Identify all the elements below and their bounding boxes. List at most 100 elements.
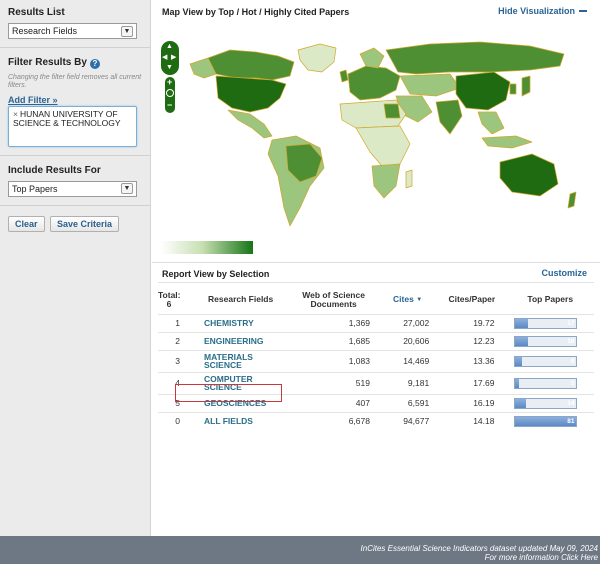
filter-box[interactable]: × HUNAN UNIVERSITY OF SCIENCE & TECHNOLOG… [8, 105, 137, 147]
docs-value: 407 [289, 393, 378, 412]
results-list-select[interactable]: Research Fields ▼ [8, 23, 137, 39]
row-rank: 0 [158, 411, 192, 430]
filter-section: Filter Results By? Changing the filter f… [0, 48, 150, 156]
sort-desc-icon: ▼ [416, 296, 423, 303]
map-region-india [435, 99, 463, 135]
include-label: Include Results For [8, 164, 101, 176]
top-papers-bar[interactable]: 14 [514, 397, 578, 409]
map-region-central-africa [355, 125, 411, 167]
pan-left-icon[interactable]: ◀ [162, 53, 167, 61]
map-region-mexico [227, 109, 273, 139]
cites-value: 94,677 [377, 411, 438, 430]
report-heading: Report View by Selection [162, 269, 270, 279]
clear-button[interactable]: Clear [8, 215, 45, 232]
map-region-korea [509, 83, 517, 95]
globe-icon[interactable] [166, 89, 174, 97]
field-link[interactable]: MATERIALS SCIENCE [192, 349, 290, 372]
docs-value: 1,685 [289, 331, 378, 350]
top-papers-value: 16 [567, 337, 575, 345]
top-papers-cell[interactable]: 8 [506, 349, 594, 372]
top-papers-header[interactable]: Top Papers [506, 286, 594, 314]
world-map-svg[interactable] [160, 26, 590, 246]
cites-per-paper-value: 16.19 [437, 393, 507, 412]
pan-up-icon[interactable]: ▲ [166, 43, 173, 50]
field-link[interactable]: CHEMISTRY [192, 313, 290, 332]
docs-value: 519 [289, 371, 378, 394]
include-value: Top Papers [12, 183, 58, 194]
save-criteria-button[interactable]: Save Criteria [50, 215, 120, 232]
top-papers-bar[interactable]: 5 [514, 377, 578, 389]
chevron-down-icon: ▼ [121, 183, 133, 194]
map-region-madagascar [405, 169, 413, 189]
hide-visualization-label: Hide Visualization [498, 6, 575, 16]
table-row[interactable]: 3 MATERIALS SCIENCE 1,083 14,469 13.36 8 [158, 349, 594, 372]
field-link[interactable]: ALL FIELDS [192, 411, 290, 430]
field-link[interactable]: ENGINEERING [192, 331, 290, 350]
top-papers-bar-fill [515, 378, 520, 388]
total-header: Total: 6 [158, 286, 192, 314]
cites-per-paper-header[interactable]: Cites/Paper [437, 286, 506, 314]
cites-header[interactable]: Cites ▼ [378, 286, 437, 314]
map-region-china [455, 71, 511, 111]
table-row[interactable]: 0 ALL FIELDS 6,678 94,677 14.18 81 [158, 411, 594, 430]
table-row[interactable]: 1 CHEMISTRY 1,369 27,002 19.72 17 [158, 313, 594, 332]
zoom-in-icon[interactable]: + [167, 77, 172, 87]
map-region-canada [207, 49, 295, 81]
map-region-indonesia [481, 135, 533, 149]
table-row[interactable]: 2 ENGINEERING 1,685 20,606 12.23 16 [158, 331, 594, 350]
table-header-row: Total: 6 Research Fields Web of Science … [158, 286, 594, 314]
cites-header-text: Cites [393, 293, 414, 304]
top-papers-bar[interactable]: 81 [514, 415, 578, 427]
map-region-egypt [383, 103, 401, 119]
docs-value: 6,678 [289, 411, 378, 430]
cites-per-paper-value: 12.23 [437, 331, 507, 350]
cites-value: 27,002 [377, 313, 438, 332]
map-region-new-zealand [567, 191, 577, 209]
docs-value: 1,083 [289, 349, 378, 372]
filter-label-text: Filter Results By [8, 57, 87, 68]
customize-link[interactable]: Customize [541, 268, 587, 278]
top-papers-cell[interactable]: 81 [506, 411, 594, 430]
section-divider [152, 262, 600, 263]
pan-down-icon[interactable]: ▼ [166, 64, 173, 71]
minus-icon [579, 10, 587, 12]
include-select[interactable]: Top Papers ▼ [8, 180, 137, 197]
docs-header[interactable]: Web of Science Documents [289, 286, 378, 314]
map-region-uk [339, 69, 349, 83]
highlight-box [175, 384, 282, 402]
top-papers-cell[interactable]: 16 [506, 331, 594, 350]
report-table-body: 1 CHEMISTRY 1,369 27,002 19.72 17 2 ENGINEERING… [158, 313, 594, 430]
map-region-central-asia [399, 73, 461, 97]
top-papers-value: 8 [570, 357, 575, 365]
report-table: Total: 6 Research Fields Web of Science … [158, 286, 594, 430]
criteria-actions: Clear Save Criteria [0, 206, 150, 242]
hide-visualization-link[interactable]: Hide Visualization [498, 6, 587, 16]
footer-info: For more information Click Here [0, 553, 598, 562]
top-papers-bar-fill [515, 336, 528, 346]
map-heading: Map View by Top / Hot / Highly Cited Pap… [162, 7, 350, 17]
top-papers-bar[interactable]: 8 [514, 355, 578, 367]
row-rank: 3 [158, 349, 192, 372]
top-papers-bar-fill [515, 398, 527, 408]
click-here-link[interactable]: Click Here [561, 553, 598, 562]
filter-value: HUNAN UNIVERSITY OF SCIENCE & TECHNOLOGY [13, 108, 121, 128]
cites-value: 20,606 [377, 331, 438, 350]
filter-note: Changing the filter field removes all cu… [8, 73, 142, 89]
zoom-out-icon[interactable]: − [167, 100, 172, 110]
world-map[interactable]: ▲ ◀ ▶ ▼ + − [160, 26, 590, 246]
cites-per-paper-value: 13.36 [437, 349, 507, 372]
top-papers-cell[interactable]: 17 [506, 313, 594, 332]
fields-header[interactable]: Research Fields [192, 286, 289, 314]
footer-info-text: For more information [484, 553, 562, 562]
map-region-greenland [297, 43, 337, 73]
top-papers-bar-fill [515, 356, 522, 366]
top-papers-cell[interactable]: 5 [506, 371, 594, 394]
top-papers-bar[interactable]: 16 [514, 335, 578, 347]
top-papers-bar[interactable]: 17 [514, 317, 578, 329]
pan-right-icon[interactable]: ▶ [171, 53, 176, 61]
add-filter-link[interactable]: Add Filter » [8, 95, 58, 105]
cites-value: 14,469 [377, 349, 438, 372]
help-icon[interactable]: ? [89, 58, 100, 69]
top-papers-cell[interactable]: 14 [506, 393, 594, 412]
docs-value: 1,369 [289, 313, 378, 332]
